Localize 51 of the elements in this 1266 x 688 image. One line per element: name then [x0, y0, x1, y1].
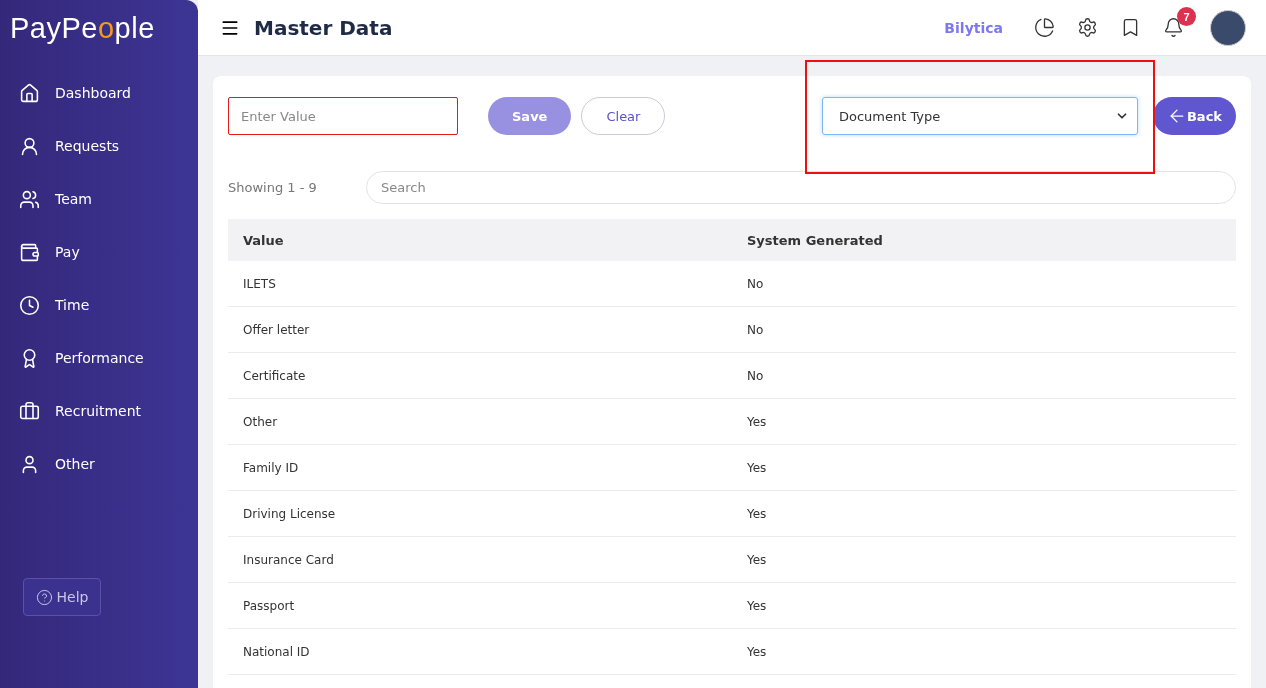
pie-chart-icon[interactable]	[1034, 17, 1055, 38]
table-cell: Yes	[732, 444, 1236, 491]
type-select[interactable]: Document Type	[821, 97, 1138, 135]
table-cell: Offer letter	[228, 306, 732, 353]
search-field[interactable]: Search	[366, 171, 1236, 204]
settings-icon[interactable]	[1077, 17, 1098, 38]
notifications-button[interactable]: 7	[1163, 7, 1196, 38]
page-title: Master Data	[254, 15, 393, 40]
house-icon	[19, 82, 40, 104]
table-cell: Yes	[732, 628, 1236, 675]
notification-count: 7	[1177, 7, 1196, 26]
clear-button[interactable]: Clear	[581, 97, 666, 135]
avatar[interactable]	[1210, 9, 1246, 46]
sidebar-item[interactable]: Team	[19, 181, 179, 217]
company-name[interactable]: Bilytica	[944, 19, 1003, 36]
table-cell: No	[732, 306, 1236, 353]
bell-icon	[1163, 17, 1184, 38]
clock-icon	[19, 294, 40, 316]
person-icon	[19, 135, 40, 157]
table-cell: No	[732, 261, 1236, 307]
table-cell: Certificate	[228, 352, 732, 399]
table-cell: Family ID	[228, 444, 732, 491]
paypeople-logo: PayPeople	[9, 12, 156, 45]
help-button[interactable]: Help	[23, 578, 101, 616]
sidebar-item[interactable]: Recruitment	[19, 393, 179, 429]
value-input[interactable]: Enter Value	[228, 97, 458, 135]
briefcase-icon	[19, 400, 40, 422]
table-cell: Insurance Card	[228, 536, 732, 583]
table-cell: Yes	[732, 398, 1236, 445]
table-cell: Yes	[732, 582, 1236, 629]
column-header: Value	[228, 219, 732, 261]
sidebar-item[interactable]: Dashboard	[19, 75, 179, 111]
table-cell: Yes	[732, 536, 1236, 583]
table-cell: National ID	[228, 628, 732, 675]
table-cell: Driving License	[228, 490, 732, 537]
sidebar-item[interactable]: Requests	[19, 128, 179, 164]
sidebar-item[interactable]: Pay	[19, 234, 179, 270]
column-header: System Generated	[732, 219, 1236, 261]
sidebar-item[interactable]: Other	[19, 446, 179, 482]
sidebar-item[interactable]: Performance	[19, 340, 179, 376]
people-icon	[19, 188, 40, 210]
showing-count: Showing 1 - 9	[228, 180, 316, 195]
table-cell: Other	[228, 398, 732, 445]
table-cell: Yes	[732, 490, 1236, 537]
help-icon	[35, 588, 53, 606]
table-cell: Passport	[228, 582, 732, 629]
wallet-icon	[19, 241, 40, 263]
back-button[interactable]: Back	[1152, 97, 1236, 135]
table-cell: No	[732, 352, 1236, 399]
sidebar-item[interactable]: Time	[19, 287, 179, 323]
table-cell: ILETS	[228, 261, 732, 307]
